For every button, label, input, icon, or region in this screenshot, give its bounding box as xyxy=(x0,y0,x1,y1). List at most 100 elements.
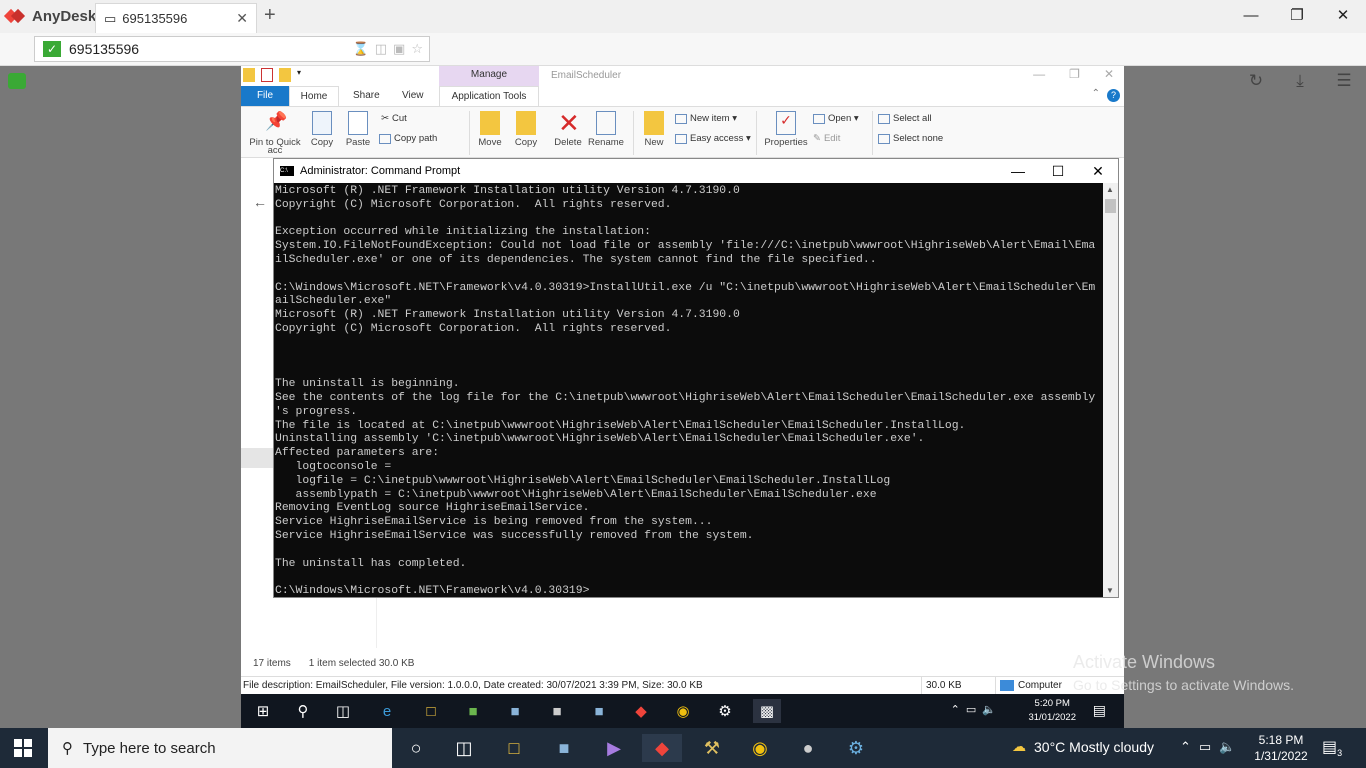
tab-view[interactable]: View xyxy=(402,86,424,106)
minimize-button[interactable]: — xyxy=(1228,4,1274,28)
chrome-icon[interactable]: ◉ xyxy=(740,734,780,762)
edit-label: Edit xyxy=(823,133,841,144)
cortana-icon[interactable]: ○ xyxy=(396,734,436,762)
scroll-down-icon[interactable]: ▼ xyxy=(1106,586,1114,595)
maximize-button[interactable]: ❐ xyxy=(1274,4,1320,28)
explorer-maximize-button[interactable]: ❐ xyxy=(1069,67,1080,81)
pin-to-quick-access-button[interactable]: 📌 Pin to Quick acc xyxy=(247,107,303,156)
copy-path-button[interactable]: Copy path xyxy=(379,133,437,144)
cmd-scrollbar[interactable]: ▲ ▼ xyxy=(1103,183,1118,597)
anydesk-titlebar: AnyDesk ▭ 695135596 ✕ + — ❐ ✕ xyxy=(0,0,1366,33)
command-prompt-window[interactable]: C:\ Administrator: Command Prompt — ☐ ✕ … xyxy=(273,158,1119,598)
chevron-down-icon[interactable]: ▾ xyxy=(297,68,301,82)
start-button[interactable] xyxy=(14,739,32,757)
close-tab-icon[interactable]: ✕ xyxy=(236,10,248,27)
sql-icon[interactable]: ● xyxy=(788,734,828,762)
move-to-button[interactable]: Move xyxy=(475,107,505,148)
notification-center-icon[interactable]: ▤3 xyxy=(1322,737,1342,758)
menu-icon[interactable]: ☰ xyxy=(1332,69,1356,93)
remote-start-icon[interactable]: ⊞ xyxy=(249,699,277,723)
explorer-window-controls: — ❐ ✕ xyxy=(1033,67,1114,81)
remote-explorer-icon[interactable]: □ xyxy=(417,699,445,723)
tab-manage[interactable]: Manage xyxy=(439,66,539,86)
anydesk-taskbar-icon[interactable]: ◆ xyxy=(642,734,682,762)
remote-chrome-icon[interactable]: ◉ xyxy=(669,699,697,723)
select-none-button[interactable]: Select none xyxy=(878,133,943,144)
explorer-minimize-button[interactable]: — xyxy=(1033,67,1045,81)
explorer-close-button[interactable]: ✕ xyxy=(1104,67,1114,81)
help-icon[interactable]: ? xyxy=(1107,89,1120,102)
remote-screen[interactable]: ▾ Manage EmailScheduler — ❐ ✕ File Home … xyxy=(241,66,1124,728)
properties-button[interactable]: ✓ Properties xyxy=(761,107,811,148)
database-icon[interactable]: ◫ xyxy=(375,41,387,57)
remote-clock[interactable]: 5:20 PM 31/01/2022 xyxy=(1028,697,1076,725)
file-explorer-icon[interactable]: □ xyxy=(494,734,534,762)
remote-taskview-icon[interactable]: ◫ xyxy=(329,699,357,723)
cmd-maximize-button[interactable]: ☐ xyxy=(1038,163,1078,180)
close-button[interactable]: ✕ xyxy=(1320,4,1366,28)
ribbon-collapse-icon[interactable]: ⌃ xyxy=(1092,88,1100,99)
app-icon-4[interactable]: ■ xyxy=(585,699,613,723)
tray-chevron-icon[interactable]: ⌃ xyxy=(951,703,960,716)
cut-button[interactable]: ✂ Cut xyxy=(381,113,407,124)
new-folder-icon[interactable] xyxy=(279,68,291,82)
new-folder-button[interactable]: New xyxy=(639,107,669,148)
cmd-close-button[interactable]: ✕ xyxy=(1078,163,1118,180)
tab-application-tools[interactable]: Application Tools xyxy=(439,86,539,106)
open-button[interactable]: Open ▾ xyxy=(813,113,859,124)
volume-icon[interactable]: 🔈 xyxy=(982,703,996,716)
app-icon-remote-desktop[interactable]: ■ xyxy=(544,734,584,762)
new-tab-button[interactable]: + xyxy=(264,4,276,27)
new-item-button[interactable]: New item ▾ xyxy=(675,113,737,124)
session-tab[interactable]: ▭ 695135596 ✕ xyxy=(95,3,257,33)
copy-to-button[interactable]: Copy xyxy=(511,107,541,148)
remote-cmd-icon[interactable]: ▩ xyxy=(753,699,781,723)
star-icon[interactable]: ☆ xyxy=(411,41,423,57)
app-icon-1[interactable]: ■ xyxy=(459,699,487,723)
network-icon[interactable]: ▭ xyxy=(1199,739,1211,755)
weather-widget[interactable]: ☁ 30°C Mostly cloudy xyxy=(1012,738,1154,755)
visual-studio-icon[interactable]: ▶ xyxy=(594,734,634,762)
taskbar-search[interactable]: ⚲ Type here to search xyxy=(48,728,392,768)
properties-icon[interactable] xyxy=(261,68,273,82)
task-view-icon[interactable]: ◫ xyxy=(444,734,484,762)
volume-icon[interactable]: 🔈 xyxy=(1219,739,1235,755)
remote-search-icon[interactable]: ⚲ xyxy=(289,699,317,723)
remote-anydesk-icon[interactable]: ◆ xyxy=(627,699,655,723)
select-all-button[interactable]: Select all xyxy=(878,113,932,124)
settings-gear-icon[interactable]: ⚙ xyxy=(711,699,739,723)
history-icon[interactable]: ↻ xyxy=(1244,69,1268,93)
remote-notification-icon[interactable]: ▤ xyxy=(1093,702,1106,719)
edit-button[interactable]: ✎ Edit xyxy=(813,133,840,144)
connection-status-icon[interactable] xyxy=(8,73,26,89)
back-arrow-icon[interactable]: ← xyxy=(253,194,267,210)
tab-file[interactable]: File xyxy=(241,86,289,106)
app-icon-3[interactable]: ■ xyxy=(543,699,571,723)
tools-icon[interactable]: ⚒ xyxy=(692,734,732,762)
download-icon[interactable]: ⤓ xyxy=(1288,69,1312,93)
hourglass-icon[interactable]: ⌛ xyxy=(353,41,369,57)
app-icon-2[interactable]: ■ xyxy=(501,699,529,723)
cmd-output[interactable]: Microsoft (R) .NET Framework Installatio… xyxy=(274,183,1104,597)
address-bar[interactable]: ✓ 695135596 ⌛ ◫ ▣ ☆ xyxy=(34,36,430,62)
tab-home[interactable]: Home xyxy=(289,86,339,106)
scroll-up-icon[interactable]: ▲ xyxy=(1106,185,1114,194)
cmd-minimize-button[interactable]: — xyxy=(998,163,1038,180)
tab-share[interactable]: Share xyxy=(353,86,380,106)
scissors-icon: ✂ xyxy=(381,113,389,124)
tray-chevron-icon[interactable]: ⌃ xyxy=(1180,739,1191,755)
network-tool-icon[interactable]: ⚙ xyxy=(836,734,876,762)
copy-label: Copy xyxy=(310,137,334,148)
ie-icon[interactable]: e xyxy=(373,699,401,723)
rename-button[interactable]: Rename xyxy=(586,107,626,148)
easy-access-button[interactable]: Easy access ▾ xyxy=(675,133,751,144)
windows-logo-icon xyxy=(14,749,22,757)
copy-button[interactable]: Copy xyxy=(307,107,337,148)
image-icon[interactable]: ▣ xyxy=(393,41,405,57)
network-icon[interactable]: ▭ xyxy=(966,703,976,716)
delete-button[interactable]: ✕ Delete xyxy=(550,107,586,148)
clock-date: 1/31/2022 xyxy=(1254,749,1308,763)
scroll-thumb[interactable] xyxy=(1105,199,1116,213)
paste-button[interactable]: Paste xyxy=(343,107,373,148)
taskbar-clock[interactable]: 5:18 PM 1/31/2022 xyxy=(1250,732,1312,764)
